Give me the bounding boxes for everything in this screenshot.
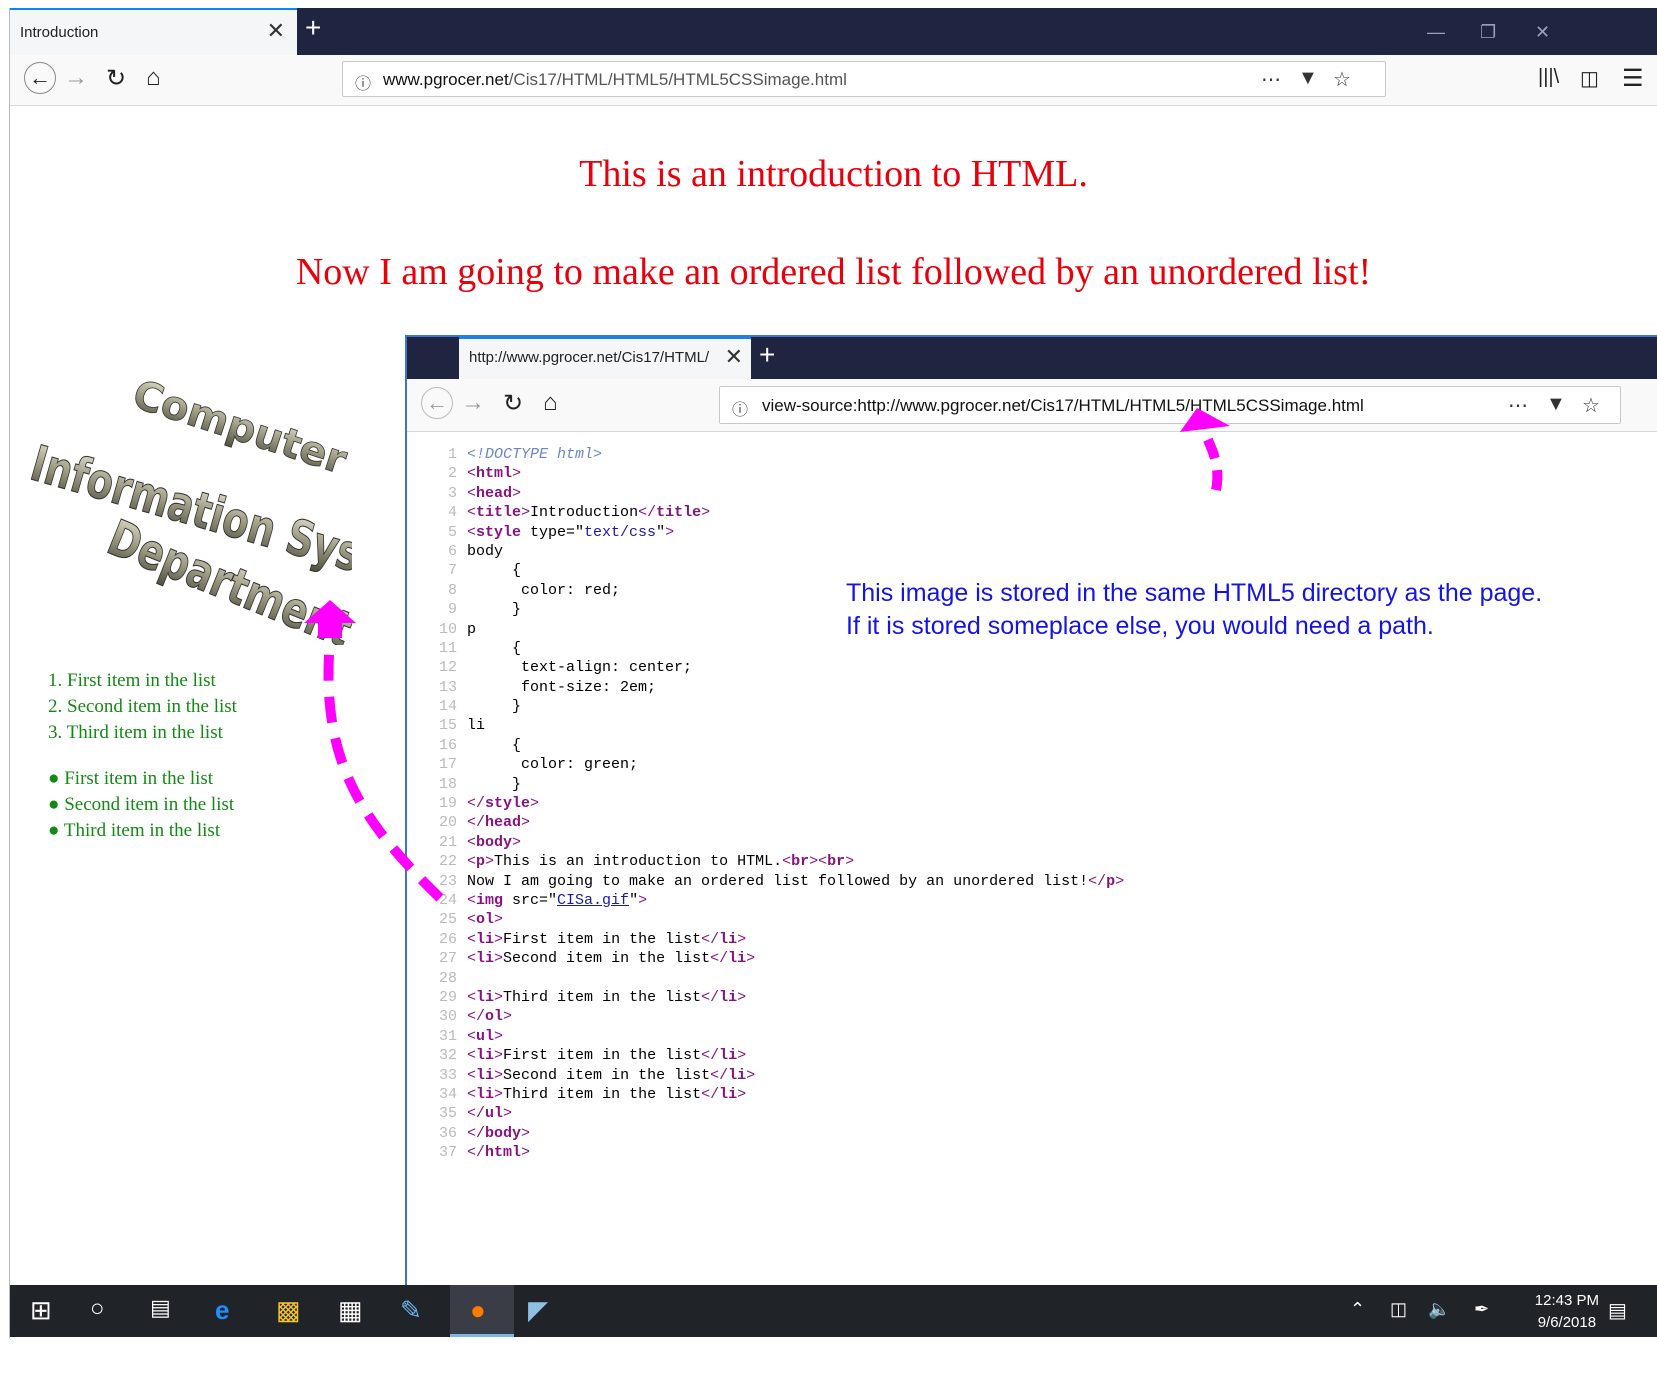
arrow-to-url bbox=[1202, 435, 1223, 491]
network-icon[interactable]: ◫ bbox=[1390, 1299, 1407, 1320]
task-view-icon[interactable]: ▤ bbox=[150, 1295, 171, 1321]
clock-date: 9/6/2018 bbox=[1537, 1314, 1597, 1331]
taskbar: ⊞ ○ ▤ e ▩ ▦ ✎ ● ◤ ⌃ ◫ 🔈 ✒ 12:43 PM 9/6/2… bbox=[10, 1285, 1657, 1337]
notification-icon[interactable]: ▤ bbox=[1608, 1298, 1627, 1323]
annotation-arrows bbox=[304, 408, 1230, 902]
store-icon[interactable]: ▦ bbox=[338, 1295, 363, 1326]
notepad-icon[interactable]: ✎ bbox=[400, 1295, 422, 1326]
arrow-head-image bbox=[304, 600, 356, 638]
clock[interactable]: 12:43 PM 9/6/2018 bbox=[1535, 1290, 1599, 1334]
pen-icon[interactable]: ✒ bbox=[1474, 1299, 1489, 1320]
arrow-to-image bbox=[323, 639, 444, 902]
paint-icon[interactable]: ◤ bbox=[528, 1295, 548, 1326]
chevron-up-icon[interactable]: ⌃ bbox=[1350, 1299, 1365, 1320]
firefox-icon: ● bbox=[470, 1295, 486, 1325]
arrow-head-url bbox=[1180, 408, 1230, 432]
edge-icon[interactable]: e bbox=[215, 1295, 229, 1326]
file-explorer-icon[interactable]: ▩ bbox=[276, 1295, 301, 1326]
left-window-edge bbox=[0, 8, 10, 1338]
volume-icon[interactable]: 🔈 bbox=[1428, 1299, 1450, 1320]
clock-time: 12:43 PM bbox=[1534, 1292, 1599, 1309]
firefox-taskbar-button[interactable]: ● bbox=[450, 1285, 514, 1337]
windows-start-icon[interactable]: ⊞ bbox=[30, 1295, 52, 1326]
cortana-icon[interactable]: ○ bbox=[90, 1295, 105, 1323]
